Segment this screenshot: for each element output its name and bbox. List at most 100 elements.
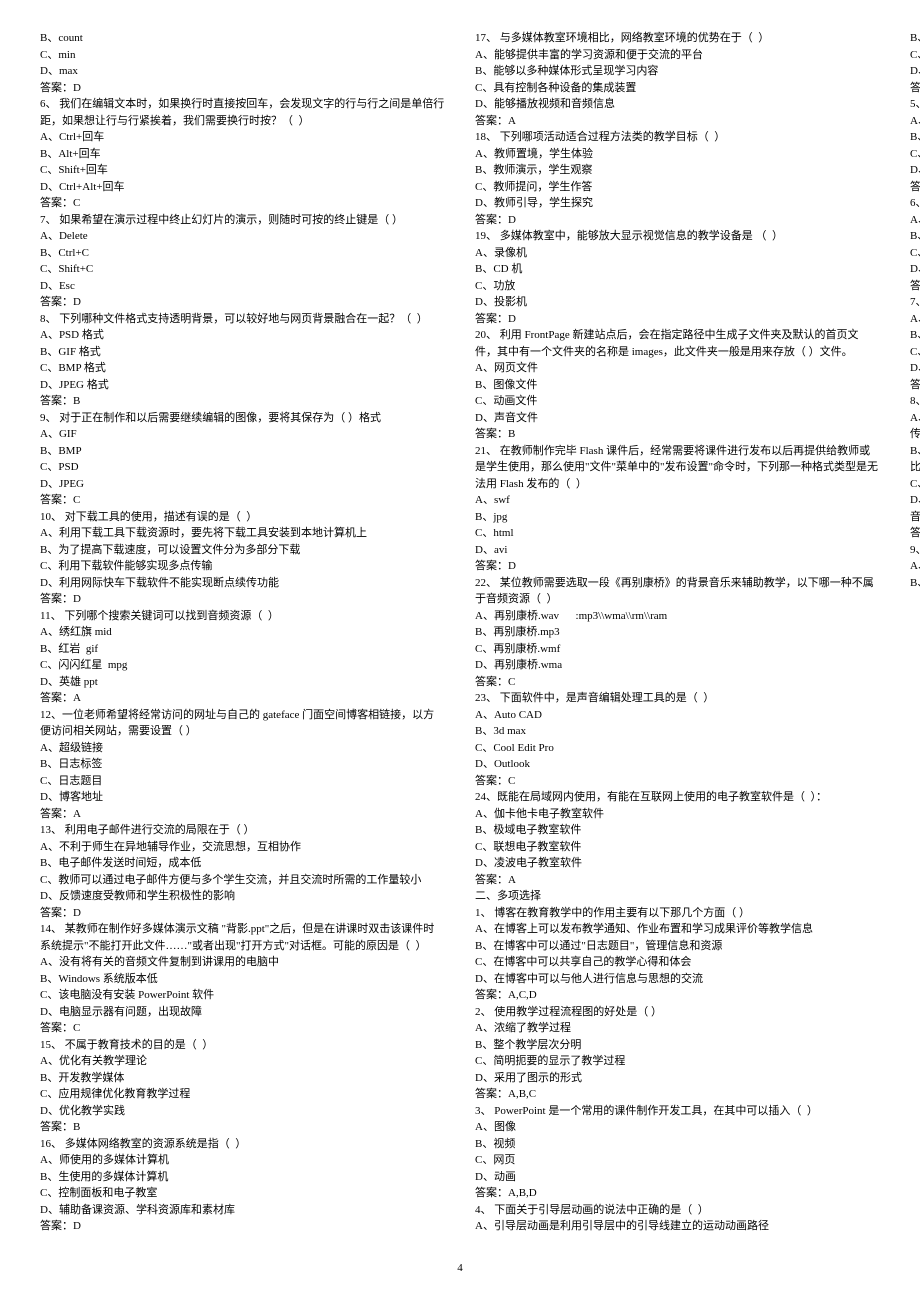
text-line: 8、 下列说法正确的是（ ）: [910, 393, 920, 410]
text-line: A、师使用的多媒体计算机: [40, 1152, 445, 1169]
text-line: 答案：D: [40, 1218, 445, 1235]
text-line: D、JPEG: [40, 476, 445, 493]
text-line: C、控制面板和电子教室: [40, 1185, 445, 1202]
text-line: B、CD 机: [475, 261, 880, 278]
text-line: A、不利于师生在异地辅导作业，交流思想，互相协作: [40, 839, 445, 856]
text-line: C、PSD: [40, 459, 445, 476]
text-line: B、极域电子教室软件: [475, 822, 880, 839]
text-line: 12、一位老师希望将经常访问的网址与自己的 gateface 门面空间博客相链接…: [40, 707, 445, 740]
text-line: 4、 下面关于引导层动画的说法中正确的是（ ）: [475, 1202, 880, 1219]
text-line: C、应用规律优化教育教学过程: [40, 1086, 445, 1103]
text-line: D、avi: [475, 542, 880, 559]
text-line: C、教师可以通过电子邮件方便与多个学生交流，并且交流时所需的工作量较小: [40, 872, 445, 889]
text-line: 3、 PowerPoint 是一个常用的课件制作开发工具，在其中可以插入（ ）: [475, 1103, 880, 1120]
text-line: A、录像机: [475, 245, 880, 262]
text-line: A、PSD 格式: [40, 327, 445, 344]
text-line: A、swf: [475, 492, 880, 509]
text-line: A、GIF: [40, 426, 445, 443]
text-line: 5、 下列哪种软件能够对图像素材进行处理和加工？（ ）: [910, 96, 920, 113]
text-line: 20、 利用 FrontPage 新建站点后，会在指定路径中生成子文件夹及默认的…: [475, 327, 880, 360]
text-line: 8、 下列哪种文件格式支持透明背景，可以较好地与网页背景融合在一起？（ ）: [40, 311, 445, 328]
text-line: D、max: [40, 63, 445, 80]
text-line: D、教师引导，学生探究: [475, 195, 880, 212]
text-line: A、Ctrl+回车: [40, 129, 445, 146]
text-line: 答案：C: [475, 674, 880, 691]
text-line: B、Ctrl+C: [40, 245, 445, 262]
text-line: A、优化有关教学理论: [40, 1053, 445, 1070]
text-line: D、声音文件: [475, 410, 880, 427]
text-line: A、对已有教材或课程的重新开发: [910, 212, 920, 229]
text-line: D、博客地址: [40, 789, 445, 806]
text-line: 19、 多媒体教室中，能够放大显示视觉信息的教学设备是 （ ）: [475, 228, 880, 245]
text-line: D、在博客中可以与他人进行信息与思想的交流: [475, 971, 880, 988]
text-line: C、简明扼要的显示了教学过程: [475, 1053, 880, 1070]
text-line: C、联想电子教室软件: [475, 839, 880, 856]
text-line: B、生使用的多媒体计算机: [40, 1169, 445, 1186]
text-line: 答案：A: [40, 806, 445, 823]
text-line: C、网页: [475, 1152, 880, 1169]
text-line: C、BMP 格式: [40, 360, 445, 377]
text-line: B、再别康桥.mp3: [475, 624, 880, 641]
text-line: A、引导层动画是利用引导层中的引导线建立的运动动画路径: [475, 1218, 880, 1235]
text-line: C、功放: [475, 278, 880, 295]
text-line: B、在博客中可以通过"日志题目"，管理信息和资源: [475, 938, 880, 955]
text-line: 6、 学习任务的来源主要是（ ）: [910, 195, 920, 212]
text-line: 答案：C: [40, 195, 445, 212]
text-line: 11、 下列哪个搜索关键词可以找到音频资源（ ）: [40, 608, 445, 625]
text-line: A、个人、家庭基本信息: [910, 311, 920, 328]
text-line: 答案：A,B: [910, 179, 920, 196]
text-line: A、再别康桥.wav :mp3\\wma\\rm\\ram: [475, 608, 880, 625]
text-line: B、为了提高下载速度，可以设置文件分为多部分下载: [40, 542, 445, 559]
text-line: A、在博客上可以发布教学通知、作业布置和学习成果评价等教学信息: [475, 921, 880, 938]
text-line: D、动画: [475, 1169, 880, 1186]
text-line: B、整个教学层次分明: [475, 1037, 880, 1054]
text-line: D、采用了图示的形式: [475, 1070, 880, 1087]
text-line: D、英雄 ppt: [40, 674, 445, 691]
text-line: 18、 下列哪项活动适合过程方法类的教学目标（ ）: [475, 129, 880, 146]
text-line: D、学生在学习过程中感觉难度较大的内容: [910, 261, 920, 278]
text-line: C、html: [475, 525, 880, 542]
text-line: C、Real Media 格式的音质不太好，不适于编辑，支持的处理软件不多。: [910, 476, 920, 493]
text-line: D、辅助备课资源、学科资源库和素材库: [40, 1202, 445, 1219]
text-line: A、Auto CAD: [475, 707, 880, 724]
text-line: 二、多项选择: [475, 888, 880, 905]
text-line: B、图像文件: [475, 377, 880, 394]
text-line: 9、 利用电子论坛开展教学的优势在于（ ）: [910, 542, 920, 559]
text-line: B、3d max: [475, 723, 880, 740]
text-line: D、利用网际快车下载软件不能实现断点续传功能: [40, 575, 445, 592]
text-line: C、Shift+回车: [40, 162, 445, 179]
text-line: B、MP3 文件的数据量较小，携带方便、易于传输，通用性较强，与 WAV 格式相…: [910, 443, 920, 476]
text-line: B、上级教育部门所规定的内容: [910, 228, 920, 245]
text-line: A、绣红旗 mid: [40, 624, 445, 641]
text-line: C、该电脑没有安装 PowerPoint 软件: [40, 987, 445, 1004]
text-line: A、Photoshop: [910, 113, 920, 130]
text-line: 16、 多媒体网络教室的资源系统是指（ ）: [40, 1136, 445, 1153]
text-line: C、具有控制各种设备的集成装置: [475, 80, 880, 97]
text-line: D、Cool Edit Pro: [910, 162, 920, 179]
text-line: D、能够播放视频和音频信息: [475, 96, 880, 113]
text-line: 答案：A: [40, 690, 445, 707]
text-line: 7、 如果希望在演示过程中终止幻灯片的演示，则随时可按的终止键是（ ）: [40, 212, 445, 229]
text-line: D、Outlook: [475, 756, 880, 773]
text-line: 答案：C: [475, 773, 880, 790]
text-line: 21、 在教师制作完毕 Flash 课件后，经常需要将课件进行发布以后再提供给教…: [475, 443, 880, 493]
text-line: 14、 某教师在制作好多媒体演示文稿 "背影.ppt"之后，但是在讲课时双击该课…: [40, 921, 445, 954]
text-line: A、WAV 文件保真度高，适用于音频原始素材的保存；缺点是文件数据量大，不易传输…: [910, 410, 920, 443]
text-line: A、能够提供丰富的学习资源和便于交流的平台: [475, 47, 880, 64]
text-line: A、超级链接: [40, 740, 445, 757]
text-line: D、电脑显示器有问题，出现故障: [40, 1004, 445, 1021]
text-line: A、Delete: [40, 228, 445, 245]
text-line: B、开发教学媒体: [40, 1070, 445, 1087]
text-line: 答案：C: [40, 1020, 445, 1037]
text-line: D、反馈速度受教师和学生积极性的影响: [40, 888, 445, 905]
text-line: 答案：D: [40, 80, 445, 97]
text-line: A、学生可以围绕问题开展讨论，进行协作学习。: [910, 558, 920, 575]
text-line: 答案：A,C,D: [475, 987, 880, 1004]
text-line: C、在博客中可以共享自己的教学心得和体会: [475, 954, 880, 971]
text-line: 9、 对于正在制作和以后需要继续编辑的图像，要将其保存为（ ）格式: [40, 410, 445, 427]
text-line: C、GoldWave: [910, 146, 920, 163]
text-line: 答案：B: [40, 393, 445, 410]
text-line: 答案：B: [40, 1119, 445, 1136]
text-line: C、对真实的生活进行加工: [910, 245, 920, 262]
text-line: A、利用下载工具下载资源时，要先将下载工具安装到本地计算机上: [40, 525, 445, 542]
